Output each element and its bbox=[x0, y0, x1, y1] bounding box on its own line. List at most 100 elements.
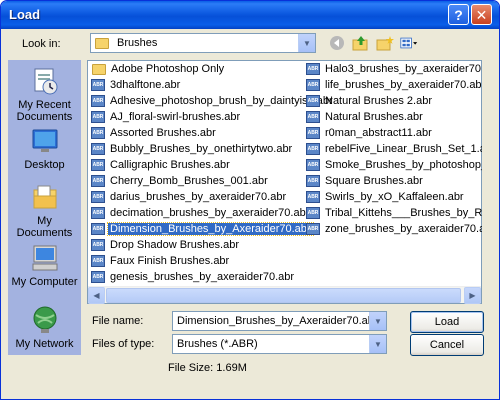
load-button[interactable]: Load bbox=[410, 311, 484, 333]
abr-file-icon: ABR bbox=[91, 143, 105, 155]
file-item[interactable]: ABR Natural Brushes 2.abr bbox=[306, 93, 482, 109]
file-name: Calligraphic Brushes.abr bbox=[110, 159, 230, 171]
load-dialog: Load ? ✕ Look in: Brushes ▼ My Recent Do… bbox=[0, 0, 500, 400]
abr-file-icon: ABR bbox=[306, 63, 320, 75]
chevron-down-icon[interactable]: ▼ bbox=[298, 34, 315, 52]
file-name: zone_brushes_by_axeraider70.abr bbox=[325, 223, 482, 235]
abr-file-icon: ABR bbox=[91, 79, 105, 91]
folder-item[interactable]: Adobe Photoshop Only bbox=[91, 61, 306, 77]
scroll-right-icon[interactable]: ▶ bbox=[464, 287, 481, 304]
back-icon[interactable] bbox=[328, 34, 346, 52]
abr-file-icon: ABR bbox=[91, 191, 105, 203]
places-bar: My Recent Documents Desktop My Documents… bbox=[8, 60, 81, 355]
place-label: My Computer bbox=[11, 276, 78, 288]
chevron-down-icon[interactable]: ▼ bbox=[369, 312, 386, 330]
file-name: Swirls_by_xO_Kaffaleen.abr bbox=[325, 191, 464, 203]
abr-file-icon: ABR bbox=[306, 175, 320, 187]
file-name: genesis_brushes_by_axeraider70.abr bbox=[110, 271, 295, 283]
new-folder-icon[interactable] bbox=[376, 34, 394, 52]
file-item[interactable]: ABR Faux Finish Brushes.abr bbox=[91, 253, 306, 269]
files-of-type-label: Files of type: bbox=[92, 338, 155, 350]
chevron-down-icon[interactable]: ▼ bbox=[369, 335, 386, 353]
desktop-icon bbox=[30, 126, 60, 156]
file-item[interactable]: ABR Assorted Brushes.abr bbox=[91, 125, 306, 141]
file-name: life_brushes_by_axeraider70.abr bbox=[325, 79, 482, 91]
file-name: r0man_abstract11.abr bbox=[325, 127, 432, 139]
file-item[interactable]: ABR genesis_brushes_by_axeraider70.abr bbox=[91, 269, 306, 285]
file-item[interactable]: ABR Adhesive_photoshop_brush_by_daintyish… bbox=[91, 93, 333, 109]
place-label: Desktop bbox=[24, 159, 65, 171]
place-my-network[interactable]: My Network bbox=[8, 305, 81, 350]
window-title: Load bbox=[9, 7, 41, 22]
abr-file-icon: ABR bbox=[306, 207, 320, 219]
file-item[interactable]: ABR Natural Brushes.abr bbox=[306, 109, 482, 125]
file-item[interactable]: ABR 3dhalftone.abr bbox=[91, 77, 306, 93]
file-column: ABR Halo3_brushes_by_axeraider70.abr ABR li… bbox=[306, 61, 482, 237]
look-in-value: Brushes bbox=[117, 37, 158, 49]
file-list[interactable]: Adobe Photoshop Only ABR 3dhalftone.abr ABR… bbox=[87, 60, 482, 304]
abr-file-icon: ABR bbox=[91, 239, 105, 251]
file-item[interactable]: ABR rebelFive_Linear_Brush_Set_1.abr bbox=[306, 141, 482, 157]
file-item[interactable]: ABR Square Brushes.abr bbox=[306, 173, 482, 189]
abr-file-icon: ABR bbox=[306, 191, 320, 203]
look-in-combo[interactable]: Brushes ▼ bbox=[90, 33, 316, 53]
file-name: AJ_floral-swirl-brushes.abr bbox=[110, 111, 241, 123]
place-label: My Network bbox=[15, 338, 74, 350]
my-network-icon bbox=[30, 305, 60, 335]
file-item[interactable]: ABR zone_brushes_by_axeraider70.abr bbox=[306, 221, 482, 237]
file-name: decimation_brushes_by_axeraider70.abr bbox=[110, 207, 310, 219]
file-item[interactable]: ABR Cherry_Bomb_Brushes_001.abr bbox=[91, 173, 306, 189]
recent-documents-icon bbox=[30, 66, 60, 96]
my-computer-icon bbox=[30, 243, 60, 273]
file-item[interactable]: ABR AJ_floral-swirl-brushes.abr bbox=[91, 109, 306, 125]
abr-file-icon: ABR bbox=[91, 127, 105, 139]
nav-toolbar bbox=[328, 34, 418, 52]
file-item[interactable]: ABR Dimension_Brushes_by_Axeraider70.abr bbox=[91, 221, 314, 237]
file-item[interactable]: ABR life_brushes_by_axeraider70.abr bbox=[306, 77, 482, 93]
abr-file-icon: ABR bbox=[91, 111, 105, 123]
close-button[interactable]: ✕ bbox=[471, 4, 492, 25]
files-of-type-value: Brushes (*.ABR) bbox=[177, 338, 258, 350]
up-folder-icon[interactable] bbox=[352, 34, 370, 52]
abr-file-icon: ABR bbox=[91, 175, 105, 187]
title-bar[interactable]: Load ? ✕ bbox=[1, 1, 499, 29]
abr-file-icon: ABR bbox=[91, 207, 105, 219]
scroll-left-icon[interactable]: ◀ bbox=[88, 287, 105, 304]
abr-file-icon: ABR bbox=[306, 143, 320, 155]
horizontal-scrollbar[interactable]: ◀ ▶ bbox=[88, 286, 481, 304]
cancel-button[interactable]: Cancel bbox=[410, 334, 484, 356]
file-item[interactable]: ABR Tribal_Kittehs___Brushes_by_Roxo89 bbox=[306, 205, 482, 221]
file-item[interactable]: ABR r0man_abstract11.abr bbox=[306, 125, 482, 141]
abr-file-icon: ABR bbox=[91, 255, 105, 267]
file-item[interactable]: ABR darius_brushes_by_axeraider70.abr bbox=[91, 189, 306, 205]
file-name: darius_brushes_by_axeraider70.abr bbox=[110, 191, 287, 203]
folder-icon bbox=[95, 37, 109, 49]
place-label: My Recent Documents bbox=[16, 99, 73, 123]
help-button[interactable]: ? bbox=[448, 4, 469, 25]
views-menu-icon[interactable] bbox=[400, 34, 418, 52]
file-name-field[interactable]: Dimension_Brushes_by_Axeraider70.abr ▼ bbox=[172, 311, 387, 331]
file-item[interactable]: ABR Swirls_by_xO_Kaffaleen.abr bbox=[306, 189, 482, 205]
file-item[interactable]: ABR Bubbly_Brushes_by_onethirtytwo.abr bbox=[91, 141, 306, 157]
file-column: Adobe Photoshop Only ABR 3dhalftone.abr ABR… bbox=[91, 61, 333, 301]
file-item[interactable]: ABR Halo3_brushes_by_axeraider70.abr bbox=[306, 61, 482, 77]
file-item[interactable]: ABR Calligraphic Brushes.abr bbox=[91, 157, 306, 173]
abr-file-icon: ABR bbox=[91, 159, 105, 171]
file-name-value[interactable]: Dimension_Brushes_by_Axeraider70.abr bbox=[173, 315, 369, 327]
file-name: Drop Shadow Brushes.abr bbox=[110, 239, 240, 251]
place-desktop[interactable]: Desktop bbox=[8, 126, 81, 171]
scrollbar-thumb[interactable] bbox=[106, 288, 461, 303]
place-my-documents[interactable]: My Documents bbox=[8, 182, 81, 239]
abr-file-icon: ABR bbox=[306, 223, 320, 235]
file-size-text: File Size: 1.69M bbox=[168, 362, 247, 374]
files-of-type-select[interactable]: Brushes (*.ABR) ▼ bbox=[172, 334, 387, 354]
file-item[interactable]: ABR decimation_brushes_by_axeraider70.abr bbox=[91, 205, 309, 221]
file-name: 3dhalftone.abr bbox=[110, 79, 181, 91]
abr-file-icon: ABR bbox=[306, 159, 320, 171]
place-my-recent-documents[interactable]: My Recent Documents bbox=[8, 66, 81, 123]
file-item[interactable]: ABR Smoke_Brushes_by_photoshop_stock bbox=[306, 157, 482, 173]
place-my-computer[interactable]: My Computer bbox=[8, 243, 81, 288]
look-in-label: Look in: bbox=[22, 38, 61, 50]
file-item[interactable]: ABR Drop Shadow Brushes.abr bbox=[91, 237, 306, 253]
file-name: Dimension_Brushes_by_Axeraider70.abr bbox=[107, 222, 314, 236]
